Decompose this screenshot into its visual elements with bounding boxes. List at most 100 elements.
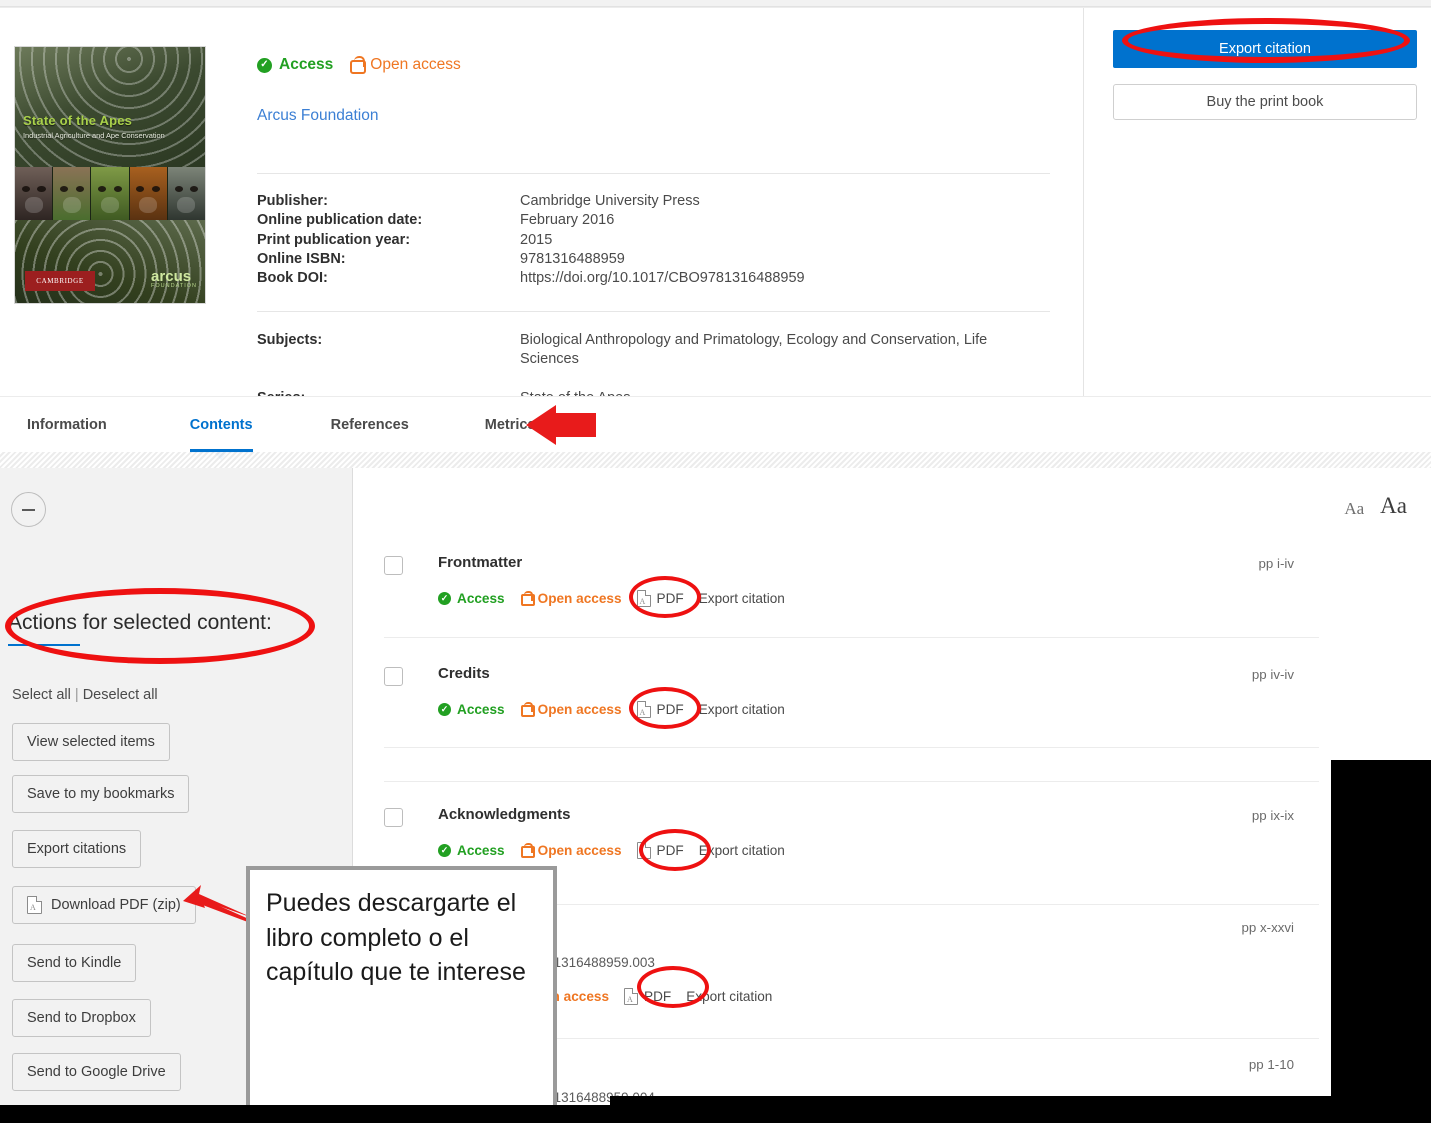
book-cover-image: State of the Apes Industrial Agriculture… xyxy=(14,46,206,304)
deselect-all-link[interactable]: Deselect all xyxy=(83,687,158,703)
pdf-icon: A xyxy=(27,895,43,914)
download-pdf-zip-button[interactable]: A Download PDF (zip) xyxy=(12,886,196,924)
open-access-label: Open access xyxy=(537,591,622,606)
metadata-row: Book DOI: https://doi.org/10.1017/CBO978… xyxy=(257,269,805,288)
metadata-row: Online publication date: February 2016 xyxy=(257,211,805,230)
row-export-citation[interactable]: Export citation xyxy=(699,591,785,606)
row-access-status: ✓ Access xyxy=(438,591,505,606)
tab-references[interactable]: References xyxy=(331,397,409,453)
open-lock-icon xyxy=(520,843,535,858)
save-to-bookmarks-button[interactable]: Save to my bookmarks xyxy=(12,775,190,813)
check-circle-icon: ✓ xyxy=(438,844,451,857)
row-open-access[interactable]: Open access xyxy=(520,591,622,606)
open-lock-icon xyxy=(520,591,535,606)
row-divider xyxy=(384,637,1319,638)
cover-sponsor-sub: FOUNDATION xyxy=(151,282,197,289)
button-label: Send to Kindle xyxy=(27,955,122,971)
tab-contents[interactable]: Contents xyxy=(189,397,253,460)
cover-publisher-mark: CAMBRIDGE xyxy=(25,271,95,291)
open-access-label: Open access xyxy=(537,843,622,858)
sidebar-title: Actions for selected content: xyxy=(8,611,272,634)
metadata-row: Subjects: Biological Anthropology and Pr… xyxy=(257,331,1020,370)
text-size-large-button[interactable]: Aa xyxy=(1380,493,1407,519)
annotation-callout: Puedes descargarte el libro completo o e… xyxy=(246,866,557,1113)
tab-label: Contents xyxy=(189,417,253,433)
tab-label: Information xyxy=(27,417,107,433)
metadata-key: Publisher: xyxy=(257,193,328,209)
ape-face xyxy=(53,167,92,220)
row-export-citation[interactable]: Export citation xyxy=(686,989,772,1004)
select-separator: | xyxy=(74,687,79,703)
access-status: ✓ Access xyxy=(257,56,333,74)
button-label: Export citations xyxy=(27,841,127,857)
check-circle-icon: ✓ xyxy=(257,57,272,73)
tab-label: Metrics xyxy=(484,417,536,433)
row-pdf-link[interactable]: A PDF xyxy=(636,700,684,718)
send-to-kindle-button[interactable]: Send to Kindle xyxy=(12,944,137,982)
open-access-status[interactable]: Open access xyxy=(349,56,461,74)
send-to-dropbox-button[interactable]: Send to Dropbox xyxy=(12,999,151,1037)
button-label: Send to Google Drive xyxy=(27,1064,166,1080)
cover-title: State of the Apes xyxy=(23,113,133,128)
row-pdf-link[interactable]: A PDF xyxy=(624,987,671,1005)
export-citation-button[interactable]: Export citation xyxy=(1113,30,1417,68)
occlusion-block-bottom xyxy=(0,1105,1431,1123)
row-open-access[interactable]: Open access xyxy=(520,843,622,858)
buy-print-book-button[interactable]: Buy the print book xyxy=(1113,84,1417,120)
row-checkbox[interactable] xyxy=(384,808,403,827)
metadata-value: Biological Anthropology and Primatology,… xyxy=(520,332,988,368)
metadata-key: Subjects: xyxy=(257,332,323,348)
check-circle-icon: ✓ xyxy=(438,592,451,605)
row-open-access[interactable]: Open access xyxy=(520,702,622,717)
row-divider xyxy=(384,747,1319,748)
row-export-citation[interactable]: Export citation xyxy=(699,843,785,858)
row-pdf-link[interactable]: A PDF xyxy=(636,589,684,607)
top-strip xyxy=(0,0,1431,8)
row-actions: en access A PDF Export citation xyxy=(544,987,772,1005)
tab-information[interactable]: Information xyxy=(27,397,107,453)
access-label: Access xyxy=(457,591,505,606)
pdf-label: PDF xyxy=(656,843,684,858)
tab-metrics[interactable]: Metrics xyxy=(485,397,536,453)
row-pdf-link[interactable]: A PDF xyxy=(636,841,684,859)
pdf-label: PDF xyxy=(656,591,684,606)
open-lock-icon xyxy=(520,702,535,717)
send-to-google-drive-button[interactable]: Send to Google Drive xyxy=(12,1053,181,1091)
button-label: Download PDF (zip) xyxy=(51,897,181,913)
access-label: Access xyxy=(457,702,505,717)
row-export-citation[interactable]: Export citation xyxy=(699,702,785,717)
select-all-link[interactable]: Select all xyxy=(12,687,71,703)
row-title[interactable]: Frontmatter xyxy=(438,554,522,571)
tabs-bar: Information Contents References Metrics xyxy=(0,396,1431,837)
open-lock-icon xyxy=(349,56,367,74)
minus-circle-icon[interactable] xyxy=(11,492,46,527)
row-pages: pp iv-iv xyxy=(1251,667,1294,682)
row-checkbox[interactable] xyxy=(384,667,403,686)
organization-link[interactable]: Arcus Foundation xyxy=(257,107,379,125)
check-circle-icon: ✓ xyxy=(438,703,451,716)
cover-sponsor-mark: arcus FOUNDATION xyxy=(151,269,197,290)
ape-face xyxy=(91,167,130,220)
row-checkbox[interactable] xyxy=(384,556,403,575)
metadata-row: Online ISBN: 9781316488959 xyxy=(257,250,805,269)
row-title[interactable]: Acknowledgments xyxy=(438,806,571,823)
row-actions: ✓ Access Open access A PDF Export citati… xyxy=(438,589,785,607)
text-size-small-button[interactable]: Aa xyxy=(1344,499,1364,519)
pdf-icon: A xyxy=(636,700,651,718)
ape-face xyxy=(129,167,168,220)
metadata-value: 9781316488959 xyxy=(520,250,625,267)
row-title[interactable]: Credits xyxy=(438,665,490,682)
export-citations-button[interactable]: Export citations xyxy=(12,830,142,868)
row-access-status: ✓ Access xyxy=(438,702,505,717)
metadata-key: Online ISBN: xyxy=(257,250,346,267)
header-vertical-rule xyxy=(1083,8,1084,396)
book-header: State of the Apes Industrial Agriculture… xyxy=(0,8,1431,406)
ape-face xyxy=(15,167,54,220)
metadata-value: February 2016 xyxy=(520,212,615,229)
header-divider-2 xyxy=(257,311,1050,312)
metadata-key: Book DOI: xyxy=(257,270,328,287)
row-divider xyxy=(384,781,1319,782)
view-selected-items-button[interactable]: View selected items xyxy=(12,723,170,761)
open-access-label: Open access xyxy=(370,56,461,73)
tabs-list: Information Contents References Metrics xyxy=(27,397,536,460)
